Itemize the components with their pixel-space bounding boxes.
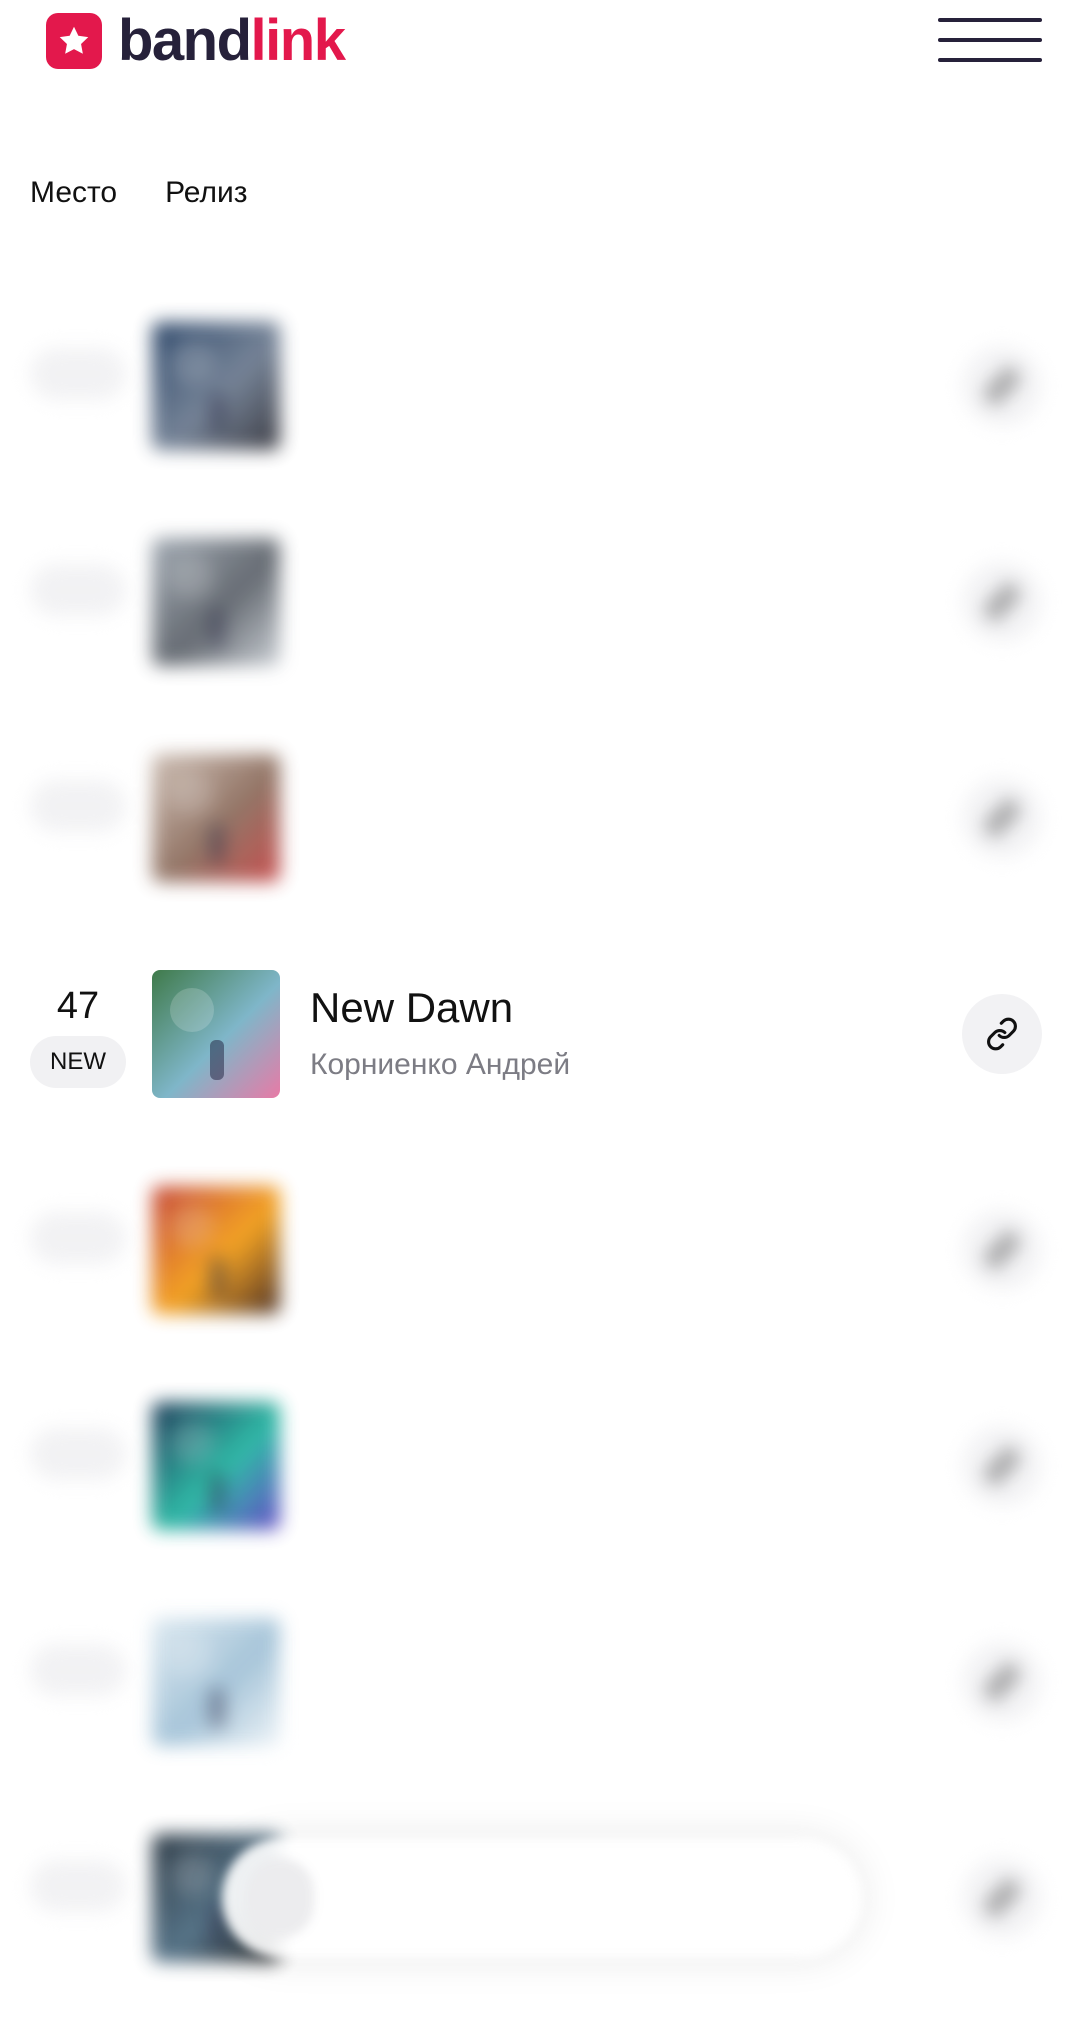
- period-tab-week[interactable]: [344, 1858, 412, 1938]
- album-cover[interactable]: [152, 322, 280, 450]
- release-title[interactable]: New Dawn: [310, 984, 513, 1032]
- link-icon[interactable]: [962, 1426, 1042, 1506]
- status-badge: [30, 780, 126, 832]
- hamburger-menu-icon[interactable]: [938, 14, 1042, 66]
- chart-row[interactable]: [0, 1402, 1080, 1602]
- column-header-release: Релиз: [165, 176, 248, 209]
- column-header-place: Место: [30, 176, 118, 209]
- status-badge: [30, 564, 126, 616]
- period-tab-month[interactable]: [442, 1858, 510, 1938]
- status-badge: [30, 1212, 126, 1264]
- rank-cell: [28, 338, 128, 405]
- rank-cell: [28, 770, 128, 837]
- chart-row[interactable]: [0, 1186, 1080, 1386]
- album-cover[interactable]: [152, 1618, 280, 1746]
- album-cover[interactable]: [152, 754, 280, 882]
- link-icon[interactable]: [962, 778, 1042, 858]
- release-artist[interactable]: Корниенко Андрей: [310, 1048, 570, 1082]
- rank-cell: [28, 1634, 128, 1701]
- logo[interactable]: bandlink: [46, 8, 346, 73]
- period-selector: [222, 1838, 862, 1958]
- rank-cell: [28, 1202, 128, 1269]
- logo-wordmark: bandlink: [118, 8, 346, 73]
- status-badge: [30, 1860, 126, 1912]
- status-badge: [30, 348, 126, 400]
- album-cover[interactable]: [152, 970, 280, 1098]
- status-badge: NEW: [30, 1036, 126, 1088]
- chart-row[interactable]: 47 NEW New Dawn Корниенко Андрей: [0, 970, 1080, 1170]
- album-cover[interactable]: [152, 538, 280, 666]
- rank-cell: 47 NEW: [28, 986, 128, 1088]
- header: bandlink: [0, 0, 1080, 100]
- album-cover[interactable]: [152, 1402, 280, 1530]
- link-icon[interactable]: [962, 1858, 1042, 1938]
- status-badge: [30, 1644, 126, 1696]
- rank-number: 47: [56, 985, 100, 1027]
- link-icon[interactable]: [962, 346, 1042, 426]
- album-cover[interactable]: [152, 1186, 280, 1314]
- link-icon[interactable]: [962, 562, 1042, 642]
- chart-row[interactable]: [0, 1618, 1080, 1818]
- chart-row[interactable]: [0, 322, 1080, 522]
- star-icon: [46, 13, 102, 69]
- column-headers: Место Релиз: [30, 176, 248, 210]
- link-icon[interactable]: [962, 1642, 1042, 1722]
- rank-cell: [28, 554, 128, 621]
- rank-cell: [28, 1418, 128, 1485]
- chart-row[interactable]: [0, 754, 1080, 954]
- status-badge: [30, 1428, 126, 1480]
- period-tab-day[interactable]: [246, 1858, 314, 1938]
- chart-row[interactable]: [0, 538, 1080, 738]
- link-icon[interactable]: [962, 994, 1042, 1074]
- rank-cell: [28, 1850, 128, 1917]
- link-icon[interactable]: [962, 1210, 1042, 1290]
